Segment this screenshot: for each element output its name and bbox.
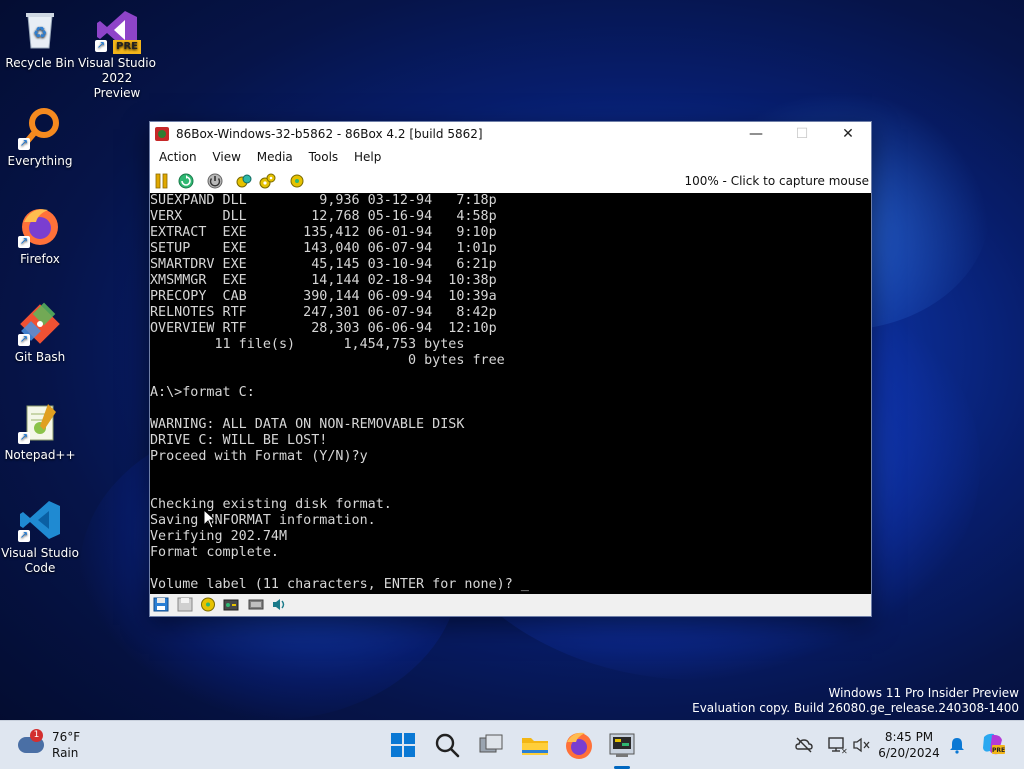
firefox-taskbar-icon[interactable] [563,729,595,761]
toolbar: 100% - Click to capture mouse [150,169,871,194]
watermark-edition: Windows 11 Pro Insider Preview [828,686,1019,700]
window-title: 86Box-Windows-32-b5862 - 86Box 4.2 [buil… [176,127,483,141]
file-explorer-icon[interactable] [519,729,551,761]
weather-widget[interactable]: 1 76°F Rain [18,727,88,763]
desktop-icon-everything[interactable]: ↗ Everything [0,106,80,169]
watermark-build: Evaluation copy. Build 26080.ge_release.… [692,701,1019,715]
visual-studio-icon: PRE ↗ [95,8,141,54]
preview-badge: PRE [113,40,141,54]
capture-status[interactable]: 100% - Click to capture mouse [684,174,869,188]
desktop-icon-label: Everything [7,154,73,168]
shortcut-arrow-icon: ↗ [18,236,30,248]
minimize-button[interactable]: — [733,122,779,146]
settings-gears-icon[interactable] [259,173,277,189]
git-icon: ↗ [18,302,62,346]
shortcut-arrow-icon: ↗ [18,530,30,542]
network-icon[interactable] [248,597,264,612]
desktop-icon-notepad-plus-plus[interactable]: ↗ Notepad++ [0,400,80,463]
machine-settings-icon[interactable] [288,173,306,189]
svg-text:PRE: PRE [992,747,1005,754]
clock-time: 8:45 PM [884,730,934,744]
search-icon[interactable] [431,729,463,761]
86box-app-icon [155,127,169,141]
desktop-icon-label: Notepad++ [4,448,76,462]
desktop-icon-visual-studio-code[interactable]: ↗ Visual Studio Code [0,498,80,576]
svg-text:✕: ✕ [841,747,847,755]
notification-bell-icon[interactable] [947,735,967,755]
emulator-window[interactable]: 86Box-Windows-32-b5862 - 86Box 4.2 [buil… [149,121,872,617]
desktop-icon-label: Visual Studio Code [1,546,79,575]
menu-tools[interactable]: Tools [303,150,345,164]
menu-media[interactable]: Media [251,150,299,164]
desktop-icon-git-bash[interactable]: ↗ Git Bash [0,302,80,365]
menu-bar: Action View Media Tools Help [150,146,871,169]
status-bar [150,594,871,616]
desktop-icon-label: Git Bash [14,350,66,364]
start-windows-icon[interactable] [387,729,419,761]
taskbar: 1 76°F Rain ✕ 8:45 PM 6/20/2024 PRE [0,720,1024,769]
volume-muted-icon[interactable] [852,735,872,755]
desktop-icon-recycle-bin[interactable]: ♻ Recycle Bin [0,8,80,71]
shortcut-arrow-icon: ↗ [95,40,107,52]
copilot-preview-icon[interactable]: PRE [980,731,1006,757]
menu-help[interactable]: Help [348,150,387,164]
desktop-icon-label: Firefox [20,252,60,266]
shortcut-arrow-icon: ↗ [18,432,30,444]
task-view-icon[interactable] [475,729,507,761]
hard-disk-icon[interactable] [223,597,239,612]
sound-icon[interactable] [271,597,287,612]
desktop-icon-firefox[interactable]: ↗ Firefox [0,204,80,267]
mouse-cursor-icon [203,509,217,529]
notepad-icon: ↗ [18,400,62,444]
system-clock[interactable]: 8:45 PM 6/20/2024 [876,729,942,761]
magnifier-icon: ↗ [18,106,62,150]
menu-view[interactable]: View [206,150,246,164]
windows-watermark: Windows 11 Pro Insider Preview Evaluatio… [692,686,1019,716]
maximize-button[interactable]: ☐ [779,122,825,146]
hard-reset-icon[interactable] [177,173,195,189]
cdrom-icon[interactable] [200,597,216,612]
close-button[interactable]: ✕ [825,122,871,146]
network-display-icon[interactable]: ✕ [827,735,848,756]
menu-action[interactable]: Action [153,150,203,164]
onedrive-offline-icon[interactable] [794,735,814,755]
desktop-icon-visual-studio-2022-preview[interactable]: PRE ↗ Visual Studio 2022 Preview [77,8,157,101]
window-titlebar[interactable]: 86Box-Windows-32-b5862 - 86Box 4.2 [buil… [150,122,871,146]
shortcut-arrow-icon: ↗ [18,138,30,150]
86box-taskbar-icon[interactable] [606,729,638,761]
vscode-icon: ↗ [18,498,62,542]
desktop-icon-label: Recycle Bin [5,56,75,70]
desktop-icon-label: Visual Studio 2022 Preview [78,56,156,100]
recycle-bin-icon: ♻ [18,8,62,52]
ctrl-alt-esc-icon[interactable] [235,173,253,189]
svg-text:♻: ♻ [33,23,47,42]
emulator-screen[interactable]: SUEXPAND DLL 9,936 03-12-94 7:18p VERX D… [150,193,871,594]
weather-condition: Rain [52,746,79,760]
floppy-drive-2-icon[interactable] [177,597,193,612]
pause-icon[interactable] [153,173,171,189]
weather-temperature: 76°F [52,730,81,744]
ctrl-alt-del-icon[interactable] [206,173,224,189]
firefox-icon: ↗ [18,204,62,248]
floppy-drive-icon[interactable] [153,597,169,612]
weather-alert-badge: 1 [30,729,43,742]
dos-console-text: SUEXPAND DLL 9,936 03-12-94 7:18p VERX D… [150,193,529,592]
clock-date: 6/20/2024 [878,746,940,760]
shortcut-arrow-icon: ↗ [18,334,30,346]
